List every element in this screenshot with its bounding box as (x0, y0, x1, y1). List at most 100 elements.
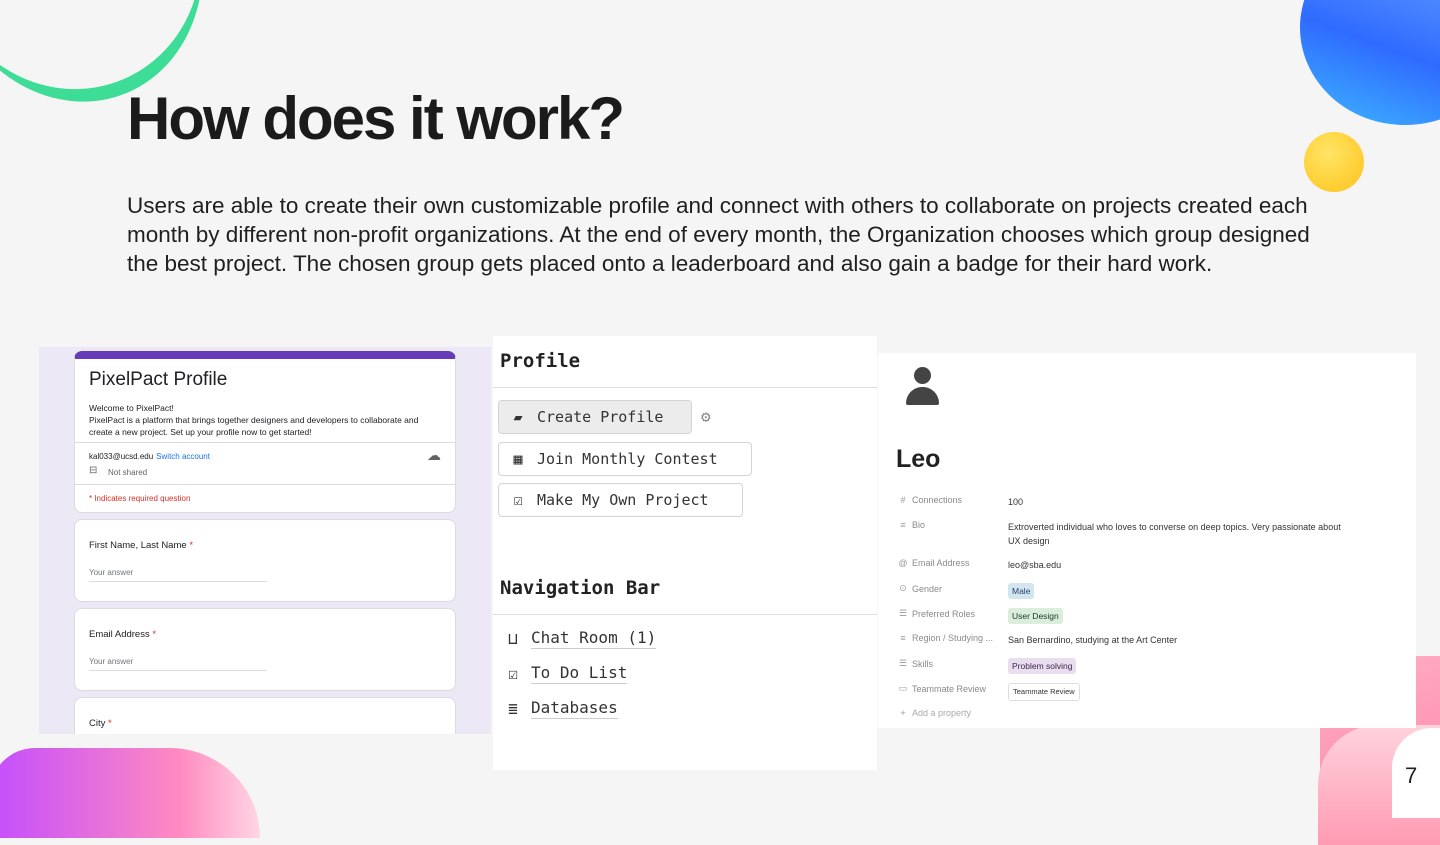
email-address-input[interactable]: Your answer (89, 657, 267, 671)
question-label: City * (89, 718, 112, 729)
property-key: ≡ Region / Studying ... (898, 633, 993, 643)
list-icon: ☰ (898, 608, 908, 618)
skill-tag: Problem solving (1008, 658, 1077, 674)
property-row-teammate-review[interactable]: ▭ Teammate Review Teammate Review (898, 683, 1398, 703)
decorative-purple-wave (0, 748, 260, 838)
property-key-label: Bio (912, 520, 926, 530)
property-key: @ Email Address (898, 558, 970, 568)
slide-title: How does it work? (127, 85, 625, 152)
question-label: First Name, Last Name * (89, 540, 193, 551)
form-description: Welcome to PixelPact! PixelPact is a pla… (89, 402, 439, 438)
property-key-label: Preferred Roles (912, 608, 976, 619)
profile-page-screenshot: Leo # Connections 100 ≡ Bio Extroverted in… (878, 353, 1416, 728)
teammate-review-button[interactable]: Teammate Review (1008, 683, 1080, 701)
gear-icon[interactable]: ⚙ (701, 407, 711, 426)
property-key: + Add a property (898, 708, 971, 718)
switch-account-link[interactable]: Switch account (156, 452, 210, 461)
account-email: kal033@ucsd.edu (89, 452, 154, 461)
property-value: User Design (1008, 608, 1348, 624)
nav-item-chat-room[interactable]: ⊔ Chat Room (1) (503, 628, 657, 649)
profile-form-screenshot: PixelPact Profile Welcome to PixelPact! … (39, 347, 491, 734)
question-text: City (89, 718, 106, 729)
divider (75, 484, 455, 485)
property-value: Problem solving (1008, 658, 1348, 674)
button-label: Make My Own Project (537, 491, 709, 509)
checkbox-icon: ☑ (508, 664, 518, 683)
button-label: Join Monthly Contest (537, 450, 718, 468)
question-card: First Name, Last Name * Your answer (74, 519, 456, 602)
property-value: 100 (1008, 497, 1024, 507)
form-account-line: kal033@ucsd.edu Switch account (89, 452, 210, 461)
page-number: 7 (1405, 763, 1418, 788)
property-key-label: Email Address (912, 558, 970, 568)
not-shared-label: Not shared (108, 468, 148, 477)
property-row-skills[interactable]: ☰ Skills Problem solving (898, 658, 1398, 678)
add-property-button[interactable]: + Add a property (898, 708, 1398, 728)
divider (493, 614, 877, 615)
form-title: PixelPact Profile (89, 369, 228, 390)
property-key: # Connections (898, 495, 962, 505)
inbox-icon: ⊔ (508, 629, 518, 648)
required-mark: * (108, 718, 112, 729)
button-label: Create Profile (537, 408, 664, 426)
question-text: Email Address (89, 629, 150, 640)
property-row-region[interactable]: ≡ Region / Studying ... San Bernardino, s… (898, 633, 1398, 653)
cloud-icon: ☁ (427, 447, 441, 463)
first-last-name-input[interactable]: Your answer (89, 568, 267, 582)
question-card: City * (74, 697, 456, 734)
decorative-blue-circle (1300, 0, 1440, 125)
question-card: Email Address * Your answer (74, 608, 456, 691)
property-row-connections[interactable]: # Connections 100 (898, 495, 1398, 515)
property-row-gender[interactable]: ⊙ Gender Male (898, 583, 1398, 603)
checkbox-icon: ☑ (513, 491, 523, 509)
nav-item-label: Chat Room (1) (531, 628, 657, 649)
menu-screenshot: Profile ▰ Create Profile ⚙ ▦ Join Monthl… (493, 336, 877, 770)
property-key-label: Region / Studying ... (912, 633, 994, 643)
database-icon: ≣ (508, 699, 518, 718)
property-key: ▭ Teammate Review (898, 683, 986, 694)
make-my-own-project-button[interactable]: ☑ Make My Own Project (498, 483, 743, 517)
property-row-email[interactable]: @ Email Address leo@sba.edu (898, 558, 1398, 578)
profile-heading: Profile (500, 350, 581, 372)
question-label: Email Address * (89, 629, 156, 640)
property-key: ⊙ Gender (898, 583, 942, 594)
property-key: ☰ Preferred Roles (898, 608, 975, 619)
divider (493, 387, 877, 388)
gender-tag: Male (1008, 583, 1035, 599)
role-tag: User Design (1008, 608, 1063, 624)
property-value: Teammate Review (1008, 683, 1348, 701)
property-value: Extroverted individual who loves to conv… (1008, 522, 1341, 546)
hash-icon: # (900, 495, 906, 505)
review-icon: ▭ (898, 683, 908, 693)
nav-item-label: To Do List (531, 663, 628, 684)
plus-icon: + (900, 708, 906, 718)
note-icon: ▰ (513, 408, 523, 426)
property-key-label: Teammate Review (912, 683, 987, 694)
question-text: First Name, Last Name (89, 540, 187, 551)
create-profile-button[interactable]: ▰ Create Profile (498, 400, 692, 434)
required-note: * Indicates required question (89, 494, 191, 503)
nav-item-databases[interactable]: ≣ Databases (503, 698, 618, 719)
property-key-label: Gender (912, 583, 943, 594)
calendar-icon: ▦ (513, 450, 523, 468)
slide-body-text: Users are able to create their own custo… (127, 193, 1310, 276)
property-row-bio[interactable]: ≡ Bio Extroverted individual who loves to… (898, 520, 1398, 546)
form-description-text: Welcome to PixelPact! PixelPact is a pla… (89, 403, 419, 437)
select-icon: ⊙ (899, 583, 907, 593)
add-property-label: Add a property (912, 708, 972, 718)
navigation-bar-heading: Navigation Bar (500, 577, 661, 599)
profile-name: Leo (896, 445, 941, 473)
property-value: leo@sba.edu (1008, 560, 1062, 570)
nav-item-label: Databases (531, 698, 618, 719)
property-key-label: Connections (912, 495, 963, 505)
list-icon: ☰ (898, 658, 908, 668)
property-key: ☰ Skills (898, 658, 933, 669)
divider (75, 442, 455, 443)
property-key-label: Skills (912, 658, 934, 669)
join-monthly-contest-button[interactable]: ▦ Join Monthly Contest (498, 442, 752, 476)
nav-item-to-do-list[interactable]: ☑ To Do List (503, 663, 628, 684)
not-shared-icon: ⊟ (89, 465, 98, 476)
required-mark: * (152, 629, 157, 640)
avatar-icon (903, 367, 941, 409)
property-row-preferred-roles[interactable]: ☰ Preferred Roles User Design (898, 608, 1398, 628)
